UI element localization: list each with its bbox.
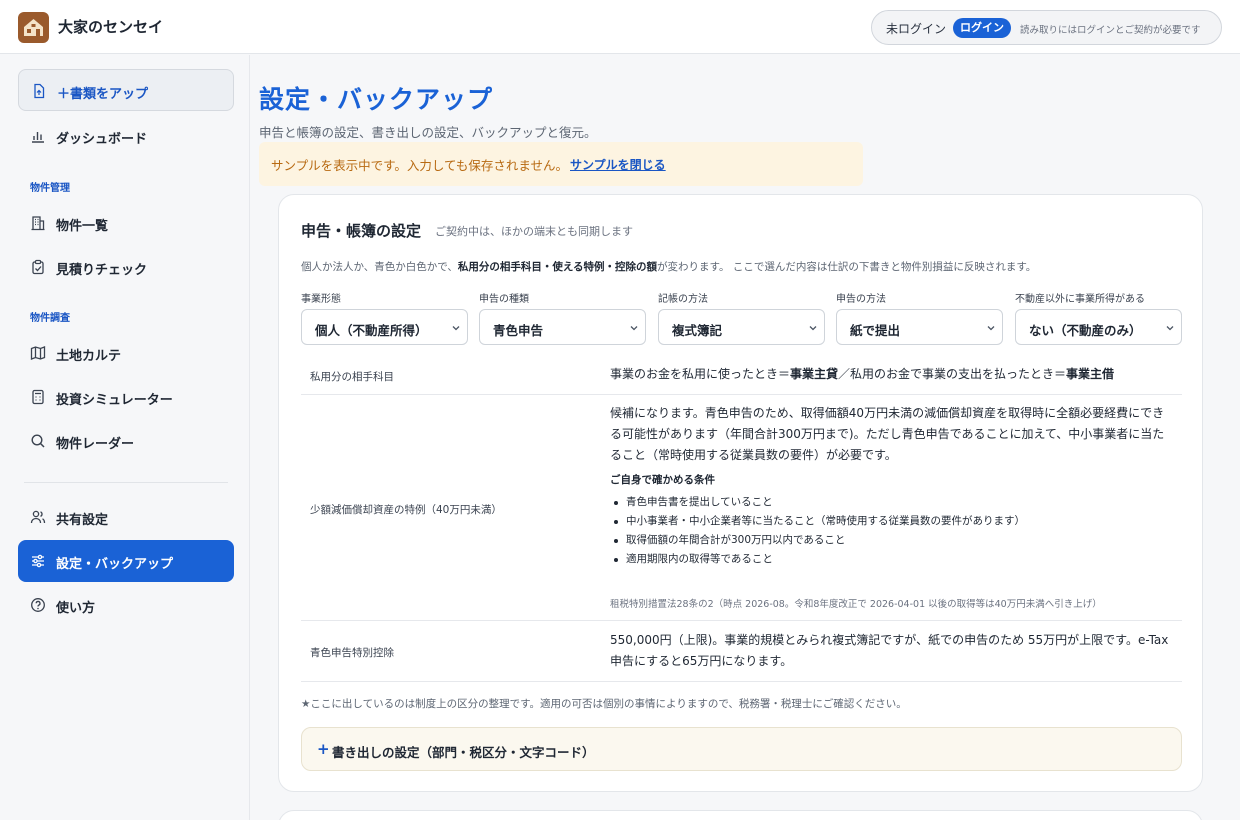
- close-sample-link[interactable]: サンプルを閉じる: [570, 156, 666, 173]
- sidebar-item-how-to-use[interactable]: 使い方: [18, 584, 234, 626]
- login-status-text: 未ログイン: [886, 22, 947, 36]
- sidebar-item-label: ダッシュボード: [56, 132, 148, 147]
- select-value: ない（不動産のみ）: [1029, 323, 1142, 338]
- login-note: 読み取りにはログインとご契約が必要です: [1020, 25, 1201, 36]
- select-value: 個人（不動産所得）: [315, 323, 428, 338]
- plus-icon: +: [317, 740, 330, 758]
- sidebar-item-label: 共有設定: [56, 513, 109, 528]
- chevron-down-icon: [1166, 326, 1174, 331]
- sidebar-item-label: 物件一覧: [56, 219, 109, 234]
- list-item: 取得価額の年間合計が300万円以内であること: [610, 531, 1025, 550]
- app-title: 大家のセンセイ: [58, 18, 164, 36]
- card-title-note: ご契約中は、ほかの端末とも同期します: [435, 225, 633, 238]
- next-card: [278, 810, 1203, 820]
- list-item: 青色申告書を提出していること: [610, 493, 1025, 512]
- app-logo-icon[interactable]: [18, 12, 49, 43]
- list-item: 適用期限内の取得等であること: [610, 550, 1025, 569]
- filing-type-label: 申告の種類: [479, 294, 529, 305]
- chevron-down-icon: [809, 326, 817, 331]
- card-description: 個人か法人か、青色か白色かで、私用分の相手科目・使える特例・控除の額が変わります…: [301, 259, 1036, 274]
- business-type-label: 事業形態: [301, 294, 341, 305]
- sidebar-item-estimate-check[interactable]: 見積りチェック: [18, 246, 234, 288]
- sliders-icon: [32, 554, 44, 568]
- row-text: ／私用のお金で事業の支出を払ったとき＝: [838, 367, 1067, 381]
- sidebar-item-property-list[interactable]: 物件一覧: [18, 202, 234, 244]
- row-divider: [301, 681, 1182, 682]
- export-settings-toggle[interactable]: + 書き出しの設定（部門・税区分・文字コード）: [301, 727, 1182, 771]
- row-divider: [301, 394, 1182, 395]
- row-divider: [301, 620, 1182, 621]
- page-title: 設定・バックアップ: [259, 85, 494, 114]
- sidebar-item-label: 投資シミュレーター: [56, 393, 173, 408]
- sidebar-item-label: ＋書類をアップ: [57, 87, 149, 102]
- list-item: 中小事業者・中小企業者等に当たること（常時使用する従業員数の要件があります）: [610, 512, 1025, 531]
- calculator-icon: [32, 389, 44, 405]
- sidebar-item-land-chart[interactable]: 土地カルテ: [18, 332, 234, 374]
- sidebar-item-label: 設定・バックアップ: [56, 557, 174, 572]
- sidebar-item-property-radar[interactable]: 物件レーダー: [18, 420, 234, 462]
- page-subtitle: 申告と帳簿の設定、書き出しの設定、バックアップと復元。: [259, 125, 597, 140]
- section-label-property-management: 物件管理: [30, 183, 70, 194]
- map-icon: [30, 346, 46, 360]
- conditions-list: 青色申告書を提出していること 中小事業者・中小企業者等に当たること（常時使用する…: [610, 493, 1025, 569]
- chevron-down-icon: [987, 326, 995, 331]
- disclaimer-note: ★ここに出しているのは制度上の区分の整理です。適用の可否は個別の事情によりますの…: [301, 698, 907, 710]
- select-value: 複式簿記: [672, 323, 723, 338]
- top-bar: 大家のセンセイ 未ログイン ログイン 読み取りにはログインとご契約が必要です: [0, 0, 1240, 54]
- file-upload-icon: [34, 83, 45, 99]
- small-asset-special-label: 少額減価償却資産の特例（40万円未満）: [310, 504, 502, 516]
- business-type-select[interactable]: 個人（不動産所得）: [301, 309, 468, 345]
- row-bold: 事業主貸: [790, 367, 839, 381]
- sidebar-divider: [24, 482, 228, 483]
- filing-type-select[interactable]: 青色申告: [479, 309, 646, 345]
- select-value: 紙で提出: [850, 323, 901, 338]
- desc-text: 個人か法人か、青色か白色かで、: [301, 261, 458, 273]
- sidebar-item-label: 土地カルテ: [56, 349, 122, 364]
- blue-return-deduction-label: 青色申告特別控除: [310, 647, 394, 659]
- sidebar: ＋書類をアップ ダッシュボード 物件管理 物件一覧 見積りチェック 物件調査 土…: [0, 55, 250, 820]
- login-status-pill: 未ログイン ログイン 読み取りにはログインとご契約が必要です: [871, 10, 1222, 45]
- users-icon: [30, 510, 46, 524]
- bookkeeping-method-label: 記帳の方法: [658, 294, 708, 305]
- sidebar-item-upload[interactable]: ＋書類をアップ: [18, 69, 234, 111]
- clipboard-check-icon: [32, 259, 44, 275]
- sidebar-item-label: 物件レーダー: [56, 437, 135, 452]
- sample-banner: サンプルを表示中です。入力しても保存されません。 サンプルを閉じる: [259, 142, 863, 186]
- conditions-title: ご自身で確かめる条件: [610, 474, 715, 486]
- sidebar-item-dashboard[interactable]: ダッシュボード: [18, 115, 234, 157]
- card-title: 申告・帳簿の設定: [301, 222, 422, 240]
- bar-chart-icon: [32, 132, 44, 143]
- row-bold: 事業主借: [1066, 367, 1115, 381]
- building-icon: [31, 216, 45, 231]
- sidebar-item-label: 使い方: [56, 601, 96, 616]
- row-text: 事業のお金を私用に使ったとき＝: [610, 367, 791, 381]
- export-settings-label: 書き出しの設定（部門・税区分・文字コード）: [332, 745, 595, 760]
- sidebar-item-investment-simulator[interactable]: 投資シミュレーター: [18, 376, 234, 418]
- sidebar-item-shared-settings[interactable]: 共有設定: [18, 496, 234, 538]
- bookkeeping-method-select[interactable]: 複式簿記: [658, 309, 825, 345]
- small-asset-special-value: 候補になります。青色申告のため、取得価額40万円未満の減価償却資産を取得時に全額…: [610, 406, 1165, 462]
- chevron-down-icon: [630, 326, 638, 331]
- sidebar-item-label: 見積りチェック: [56, 263, 148, 278]
- desc-text: が変わります。 ここで選んだ内容は仕訳の下書きと物件別損益に反映されます。: [657, 261, 1037, 273]
- sidebar-item-settings-backup[interactable]: 設定・バックアップ: [18, 540, 234, 582]
- law-reference-note: 租税特別措置法28条の2（時点 2026-08。令和8年度改正で 2026-04…: [610, 599, 1102, 610]
- tax-settings-card: 申告・帳簿の設定 ご契約中は、ほかの端末とも同期します 個人か法人か、青色か白色…: [278, 194, 1203, 792]
- help-circle-icon: [31, 598, 45, 612]
- login-button[interactable]: ログイン: [953, 18, 1011, 38]
- filing-method-label: 申告の方法: [836, 294, 886, 305]
- select-value: 青色申告: [493, 323, 544, 338]
- other-business-income-label: 不動産以外に事業所得がある: [1015, 294, 1145, 305]
- desc-bold: 私用分の相手科目・使える特例・控除の額: [457, 261, 658, 273]
- chevron-down-icon: [452, 326, 460, 331]
- other-business-income-select[interactable]: ない（不動産のみ）: [1015, 309, 1182, 345]
- blue-return-deduction-value: 550,000円（上限)。事業的規模とみられ複式簿記ですが、紙での申告のため 5…: [610, 633, 1169, 668]
- search-icon: [31, 434, 45, 448]
- section-label-property-research: 物件調査: [30, 313, 70, 324]
- private-use-account-label: 私用分の相手科目: [310, 371, 394, 383]
- sample-banner-text: サンプルを表示中です。入力しても保存されません。: [271, 158, 569, 173]
- private-use-account-value: 事業のお金を私用に使ったとき＝事業主貸／私用のお金で事業の支出を払ったとき＝事業…: [610, 364, 1114, 385]
- filing-method-select[interactable]: 紙で提出: [836, 309, 1003, 345]
